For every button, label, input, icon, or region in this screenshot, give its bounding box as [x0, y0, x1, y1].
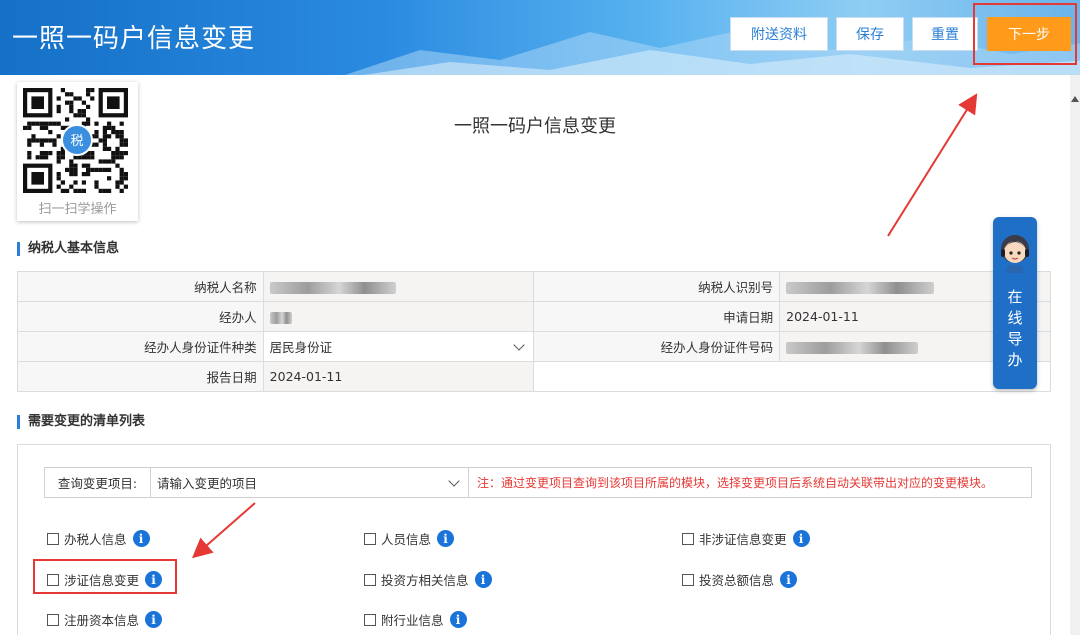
- checkbox-item[interactable]: 注册资本信息 i: [47, 610, 163, 629]
- checkbox-label: 投资方相关信息: [381, 573, 469, 588]
- empty-cell: [533, 361, 1051, 392]
- taxpayer-name-value: [262, 271, 535, 302]
- info-icon[interactable]: i: [132, 530, 150, 547]
- info-icon[interactable]: i: [780, 571, 798, 588]
- handler-label: 经办人: [17, 301, 264, 332]
- handler-value: [262, 301, 535, 332]
- attach-docs-button[interactable]: 附送资料: [730, 17, 828, 51]
- info-icon[interactable]: i: [145, 611, 163, 628]
- form-title: 一照一码户信息变更: [454, 116, 616, 137]
- info-icon[interactable]: i: [145, 571, 163, 588]
- taxpayer-name-label: 纳税人名称: [17, 271, 264, 302]
- checkbox[interactable]: [47, 613, 59, 626]
- checkbox-label: 注册资本信息: [64, 613, 140, 628]
- id-number-label: 经办人身份证件号码: [533, 331, 781, 362]
- chevron-down-icon: [448, 474, 460, 487]
- checkbox-label: 非涉证信息变更: [699, 532, 787, 547]
- info-icon[interactable]: i: [437, 530, 455, 547]
- checkbox-item[interactable]: 投资总额信息 i: [682, 570, 798, 589]
- apply-date-label: 申请日期: [533, 301, 781, 332]
- checkbox[interactable]: [364, 613, 376, 626]
- section-title-basic: 纳税人基本信息: [17, 242, 119, 256]
- checkbox[interactable]: [364, 532, 376, 545]
- change-list-panel: 查询变更项目: 请输入变更的项目 注：通过变更项目查询到该项目所属的模块，选择变…: [17, 444, 1051, 635]
- info-icon[interactable]: i: [792, 530, 810, 547]
- query-note: 注：通过变更项目查询到该项目所属的模块，选择变更项目后系统自动关联带出对应的变更…: [477, 476, 994, 490]
- page-header: 一照一码户信息变更 附送资料 保存 重置 下一步: [0, 0, 1080, 75]
- basic-info-table: 纳税人名称 纳税人识别号 经办人 申请日期 2024-01-11 经办人身份证件…: [17, 271, 1051, 392]
- query-row: 查询变更项目: 请输入变更的项目 注：通过变更项目查询到该项目所属的模块，选择变…: [44, 467, 1032, 498]
- qr-code-card: 税 扫一扫学操作: [17, 82, 138, 221]
- checkbox[interactable]: [682, 532, 694, 545]
- checkbox-item[interactable]: 涉证信息变更 i: [47, 570, 163, 589]
- qr-caption: 扫一扫学操作: [38, 202, 117, 217]
- report-date-label: 报告日期: [17, 361, 264, 392]
- checkbox-label: 涉证信息变更: [64, 573, 140, 588]
- checkbox-label: 附行业信息: [381, 613, 444, 628]
- checkbox-label: 人员信息: [381, 532, 432, 547]
- checkbox-item[interactable]: 附行业信息 i: [364, 610, 467, 629]
- customer-service-avatar-icon: [1001, 235, 1029, 273]
- scroll-up-arrow-icon[interactable]: [1071, 96, 1079, 102]
- checkbox-label: 投资总额信息: [699, 573, 775, 588]
- info-icon[interactable]: i: [449, 611, 467, 628]
- next-step-button[interactable]: 下一步: [987, 17, 1071, 51]
- checkbox-item[interactable]: 办税人信息 i: [47, 529, 150, 548]
- qr-code-icon: 税: [23, 88, 132, 194]
- query-placeholder: 请输入变更的项目: [157, 476, 258, 491]
- chevron-down-icon: [513, 338, 526, 351]
- checkbox[interactable]: [682, 573, 694, 586]
- scrollbar[interactable]: [1070, 75, 1080, 635]
- checkbox-item[interactable]: 人员信息 i: [364, 529, 455, 548]
- checkbox-item[interactable]: 投资方相关信息 i: [364, 570, 492, 589]
- id-type-select[interactable]: 居民身份证: [262, 331, 535, 362]
- reset-button[interactable]: 重置: [912, 17, 978, 51]
- info-icon[interactable]: i: [474, 571, 492, 588]
- query-label: 查询变更项目:: [45, 468, 151, 497]
- checkbox[interactable]: [364, 573, 376, 586]
- header-title: 一照一码户信息变更: [12, 24, 256, 54]
- online-guide-widget[interactable]: 在 线 导 办: [993, 217, 1037, 389]
- report-date-value: 2024-01-11: [262, 361, 535, 392]
- query-select[interactable]: 请输入变更的项目: [151, 468, 469, 497]
- online-guide-label: 在 线 导 办: [1007, 288, 1023, 369]
- checkbox[interactable]: [47, 532, 59, 545]
- section-title-list: 需要变更的清单列表: [17, 415, 145, 429]
- checkbox-item[interactable]: 非涉证信息变更 i: [682, 529, 810, 548]
- checkbox[interactable]: [47, 573, 59, 586]
- taxpayer-id-label: 纳税人识别号: [533, 271, 781, 302]
- save-button[interactable]: 保存: [836, 17, 904, 51]
- checkbox-label: 办税人信息: [64, 532, 127, 547]
- id-type-label: 经办人身份证件种类: [17, 331, 264, 362]
- id-type-value: 居民身份证: [269, 340, 333, 355]
